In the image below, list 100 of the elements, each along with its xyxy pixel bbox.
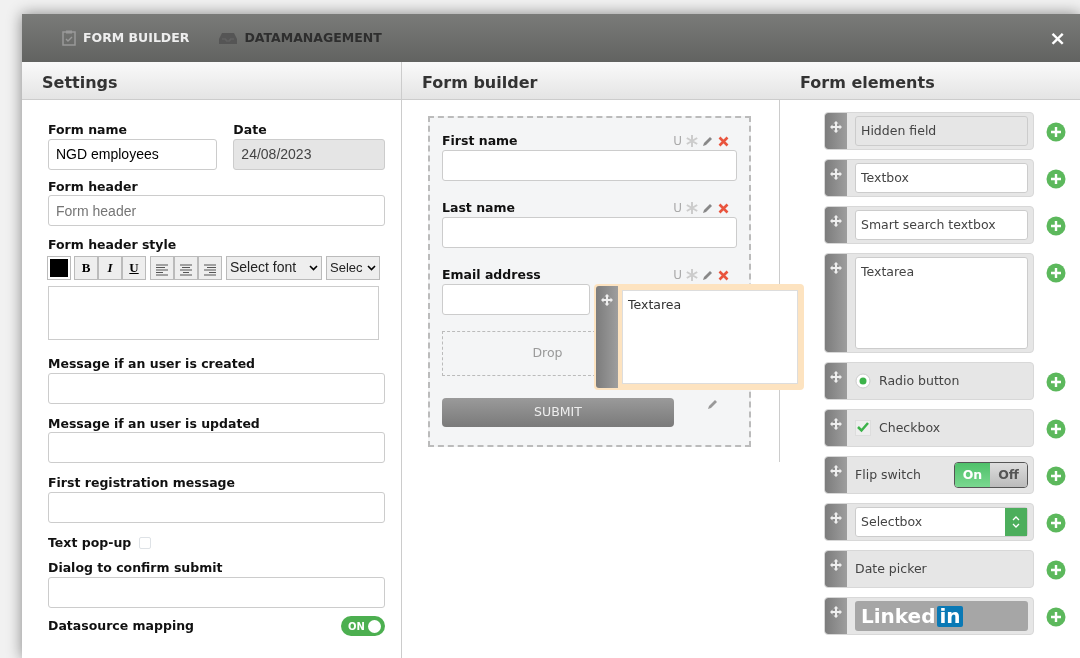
move-icon[interactable] (830, 512, 842, 524)
chevron-icon (367, 264, 376, 271)
text-field[interactable] (48, 372, 385, 404)
plus-icon[interactable] (1046, 513, 1066, 533)
pencil-icon[interactable] (702, 135, 714, 147)
form-element[interactable]: Smart search textbox (824, 206, 1034, 244)
move-icon[interactable] (830, 121, 842, 133)
size-select[interactable]: Selec (326, 255, 380, 280)
pencil-icon[interactable] (702, 202, 714, 214)
color-swatch[interactable] (48, 256, 70, 279)
chevron-icon (309, 264, 318, 271)
drag-handle[interactable] (825, 410, 847, 446)
move-icon[interactable] (830, 465, 842, 477)
text-field[interactable] (48, 491, 385, 523)
move-icon[interactable] (830, 168, 842, 180)
drag-handle[interactable] (825, 363, 847, 399)
form-element[interactable]: Textbox (824, 159, 1034, 197)
star-icon[interactable] (686, 269, 698, 281)
form-element[interactable]: Flip switch On Off (824, 456, 1034, 494)
format-button[interactable]: B (74, 255, 98, 280)
tab[interactable]: FORM BUILDER (62, 28, 190, 48)
align-center-button[interactable] (174, 255, 198, 280)
plus-icon[interactable] (1046, 419, 1066, 439)
field-label: Text pop-up (48, 534, 132, 551)
align-left-button[interactable] (150, 255, 174, 280)
move-icon[interactable] (601, 294, 613, 306)
textarea-preview: Textarea (622, 290, 798, 384)
align-icon (177, 261, 195, 278)
field-label: Dialog to confirm submit (48, 560, 224, 576)
text-field[interactable] (442, 284, 590, 315)
close-button[interactable]: × (1043, 27, 1072, 49)
form-element[interactable]: Hidden field (824, 112, 1034, 150)
font-select[interactable]: Select font (226, 255, 322, 280)
move-icon[interactable] (830, 606, 842, 618)
plus-icon[interactable] (1046, 169, 1066, 189)
element-label: Flip switch (855, 465, 921, 484)
plus-icon[interactable] (1046, 216, 1066, 236)
column-title: Form builder (402, 62, 780, 100)
format-button[interactable]: U (122, 255, 146, 280)
drag-handle[interactable] (825, 504, 847, 540)
align-right-button[interactable] (198, 255, 222, 280)
field-preview: Smart search textbox (855, 210, 1028, 240)
select-preview: Selectbox (855, 507, 1028, 537)
element-label: Date picker (855, 559, 927, 578)
plus-icon[interactable] (1046, 263, 1066, 283)
field-label: Last name (442, 200, 515, 216)
move-icon[interactable] (830, 215, 842, 227)
field-label: Form header style (48, 237, 178, 253)
text-field[interactable]: Form header (48, 195, 385, 227)
align-icon (153, 261, 171, 278)
close-icon[interactable] (718, 202, 729, 214)
form-element[interactable]: Date picker (824, 550, 1034, 588)
field-label: Email address (442, 267, 541, 283)
form-element[interactable]: Linked in (824, 597, 1034, 635)
field-preview: Hidden field (855, 116, 1028, 146)
move-icon[interactable] (830, 418, 842, 430)
field-label: Form name (48, 122, 128, 138)
drag-handle[interactable] (825, 598, 847, 634)
dragged-element[interactable]: Textarea (594, 284, 804, 390)
column-title: Settings (22, 62, 401, 100)
plus-icon[interactable] (1046, 122, 1066, 142)
text-field[interactable] (48, 577, 385, 608)
drag-handle[interactable] (825, 457, 847, 493)
drag-handle[interactable] (825, 113, 847, 149)
text-field[interactable] (442, 217, 737, 248)
select-arrows-icon (1005, 508, 1027, 536)
field-label: First registration message (48, 475, 236, 491)
format-button[interactable]: I (98, 255, 122, 280)
form-element[interactable]: Textarea (824, 253, 1034, 353)
linkedin-logo: Linked in (855, 601, 1028, 631)
pencil-icon[interactable] (702, 269, 714, 281)
move-icon[interactable] (830, 371, 842, 383)
text-field[interactable] (48, 432, 385, 464)
text-field[interactable]: NGD employees (48, 138, 218, 170)
plus-icon[interactable] (1046, 372, 1066, 392)
drag-handle[interactable] (825, 254, 847, 352)
plus-icon[interactable] (1046, 607, 1066, 627)
field-label: Datasource mapping (48, 617, 195, 634)
star-icon[interactable] (686, 202, 698, 214)
align-icon (201, 261, 219, 278)
pencil-icon[interactable] (707, 398, 719, 410)
close-icon[interactable] (718, 135, 729, 147)
drag-handle[interactable] (596, 286, 618, 388)
form-element[interactable]: Selectbox (824, 503, 1034, 541)
move-icon[interactable] (830, 262, 842, 274)
drag-handle[interactable] (825, 551, 847, 587)
drag-handle[interactable] (825, 207, 847, 243)
drag-handle[interactable] (825, 160, 847, 196)
column-title: Form elements (780, 62, 1080, 100)
close-icon[interactable] (718, 269, 729, 281)
flip-switch[interactable]: On Off (953, 461, 1028, 489)
form-element[interactable]: Radio button (824, 362, 1034, 400)
move-icon[interactable] (830, 559, 842, 571)
star-icon[interactable] (686, 135, 698, 147)
plus-icon[interactable] (1046, 560, 1066, 580)
form-element[interactable]: Checkbox (824, 409, 1034, 447)
checkbox[interactable] (139, 537, 152, 550)
text-field[interactable] (442, 150, 737, 181)
plus-icon[interactable] (1046, 466, 1066, 486)
field-label: First name (442, 133, 518, 149)
